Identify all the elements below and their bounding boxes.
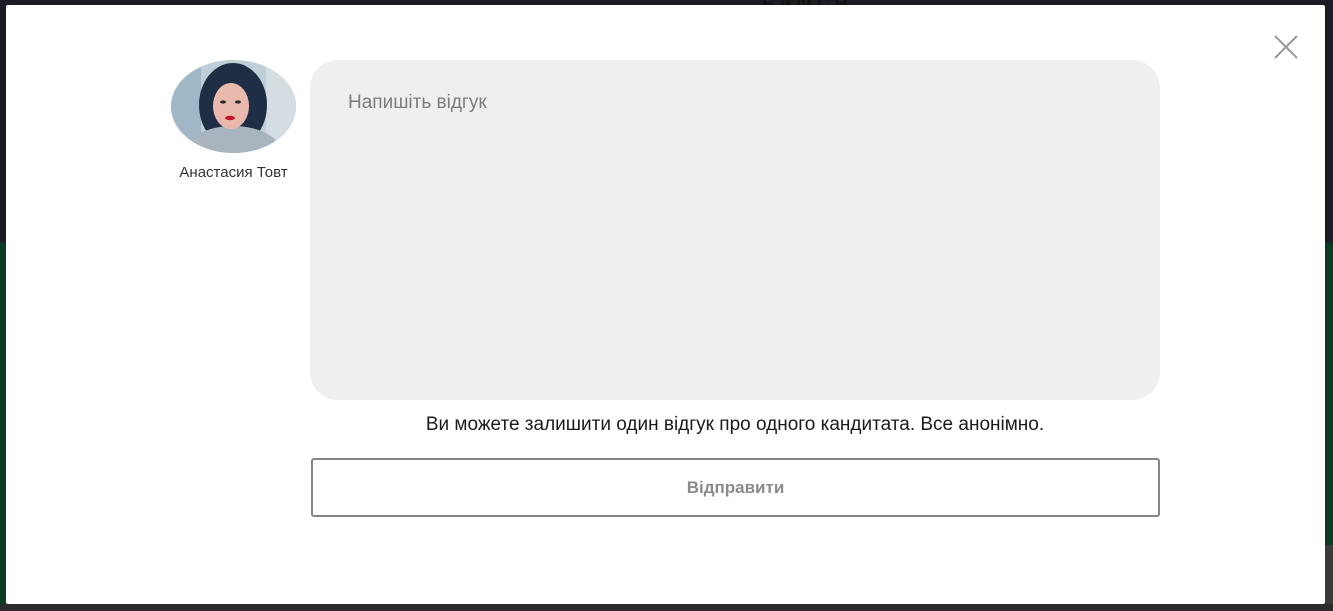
- submit-button[interactable]: Відправити: [311, 458, 1160, 517]
- anonymity-notice: Ви можете залишити один відгук про одног…: [425, 414, 1045, 435]
- review-modal: Анастасия Товт Ви можете залишити один в…: [6, 5, 1325, 604]
- author-avatar: [171, 60, 296, 153]
- review-textarea[interactable]: [310, 60, 1160, 400]
- author-name: Анастасия Товт: [179, 164, 288, 181]
- background-strip: [1325, 545, 1333, 611]
- close-button[interactable]: [1273, 34, 1299, 60]
- close-icon: [1274, 35, 1298, 59]
- background-strip-bottom: [0, 604, 1333, 611]
